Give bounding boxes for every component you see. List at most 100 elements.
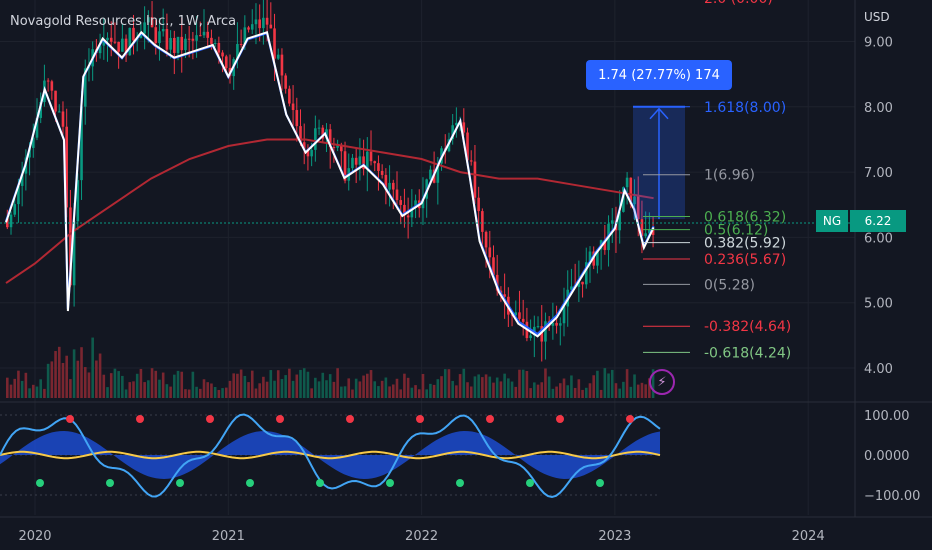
volume-bar xyxy=(358,381,362,398)
price-chart[interactable]: 1.618(8.00)1(6.96)0.618(6.32)0.5(6.12)0.… xyxy=(0,0,932,550)
volume-bar xyxy=(373,381,377,398)
volume-bar xyxy=(250,370,254,398)
osc-signal-dot xyxy=(556,415,564,423)
volume-bar xyxy=(469,386,473,398)
volume-bar xyxy=(20,380,24,398)
candle-body xyxy=(555,322,558,326)
candle-body xyxy=(239,44,243,46)
volume-bar xyxy=(24,372,28,398)
volume-bar xyxy=(636,384,640,398)
volume-bar xyxy=(102,374,106,398)
measure-label[interactable]: 1.74 (27.77%) 174 xyxy=(586,60,732,90)
candle-body xyxy=(284,75,287,89)
candle-body xyxy=(121,38,124,52)
candle-body xyxy=(191,38,195,41)
candle-body xyxy=(224,56,228,68)
volume-bar xyxy=(529,388,532,398)
volume-bar xyxy=(599,389,603,398)
volume-bar xyxy=(195,386,198,398)
volume-bar xyxy=(507,378,510,398)
volume-bar xyxy=(417,389,421,398)
volume-bar xyxy=(640,382,644,398)
volume-bar xyxy=(83,367,87,398)
volume-bar xyxy=(436,379,440,398)
volume-bar xyxy=(143,382,146,398)
volume-bar xyxy=(154,370,158,398)
volume-bar xyxy=(317,381,321,398)
candle-body xyxy=(13,204,17,215)
volume-bar xyxy=(447,369,451,398)
volume-bar xyxy=(481,377,484,398)
volume-bar xyxy=(525,370,529,398)
volume-bar xyxy=(158,379,161,398)
volume-bar xyxy=(117,371,120,398)
volume-bar xyxy=(98,353,102,398)
volume-bar xyxy=(288,368,291,398)
volume-bar xyxy=(276,370,280,398)
chart-title: Novagold Resources Inc., 1W, Arca xyxy=(10,14,237,29)
candle-body xyxy=(250,24,254,30)
osc-axis-label: 100.00 xyxy=(864,409,910,424)
volume-bar xyxy=(558,383,562,398)
candle-body xyxy=(280,54,284,76)
candle-body xyxy=(198,35,202,37)
volume-bar xyxy=(325,380,328,398)
candle-body xyxy=(217,42,221,53)
volume-bar xyxy=(440,376,443,398)
candle-body xyxy=(202,31,206,36)
candle-body xyxy=(288,88,291,104)
volume-bar xyxy=(332,381,336,398)
volume-bar xyxy=(562,378,566,398)
fib-level-label: 1.618(8.00) xyxy=(704,100,786,116)
volume-bar xyxy=(46,363,50,398)
volume-bar xyxy=(161,372,165,398)
volume-bar xyxy=(232,373,235,398)
volume-bar xyxy=(132,381,135,398)
lightning-bolt-icon[interactable]: ⚡ xyxy=(649,369,675,395)
volume-bar xyxy=(425,389,428,398)
volume-bar xyxy=(544,368,547,398)
volume-bar xyxy=(414,385,417,398)
volume-bar xyxy=(644,384,647,398)
volume-bar xyxy=(165,384,169,398)
volume-bar xyxy=(306,371,310,398)
volume-bar xyxy=(499,381,503,398)
price-axis-label: 6.00 xyxy=(864,231,893,246)
volume-bar xyxy=(295,374,299,398)
candle-body xyxy=(61,111,65,127)
volume-bar xyxy=(265,381,269,398)
fib-level-label: 1(6.96) xyxy=(704,168,755,184)
volume-bar xyxy=(588,383,592,398)
volume-bar xyxy=(39,379,43,398)
candle-body xyxy=(399,200,403,205)
volume-bar xyxy=(462,368,466,398)
volume-bar xyxy=(473,376,477,398)
volume-bar xyxy=(221,388,224,398)
volume-bar xyxy=(106,387,109,398)
candle-body xyxy=(184,38,187,51)
volume-bar xyxy=(173,374,176,398)
volume-bar xyxy=(610,369,614,398)
time-axis-label: 2023 xyxy=(598,529,631,544)
candle-body xyxy=(180,36,184,51)
volume-bar xyxy=(514,386,518,398)
candle-body xyxy=(377,163,380,171)
volume-bar xyxy=(9,384,13,398)
volume-bar xyxy=(443,369,447,398)
volume-bar xyxy=(61,363,65,398)
volume-bar xyxy=(388,386,391,398)
volume-bar xyxy=(269,370,273,398)
volume-bar xyxy=(618,388,621,398)
volume-bar xyxy=(80,347,83,398)
candle-body xyxy=(314,128,317,150)
volume-bar xyxy=(76,360,80,398)
candle-body xyxy=(536,326,540,328)
volume-bar xyxy=(113,368,117,398)
price-axis-label: 4.00 xyxy=(864,362,893,377)
volume-bar xyxy=(258,383,261,398)
volume-bar xyxy=(228,380,232,398)
candle-body xyxy=(221,52,224,57)
candle-body xyxy=(247,27,250,30)
volume-bar xyxy=(551,388,555,398)
volume-bar xyxy=(596,370,599,398)
